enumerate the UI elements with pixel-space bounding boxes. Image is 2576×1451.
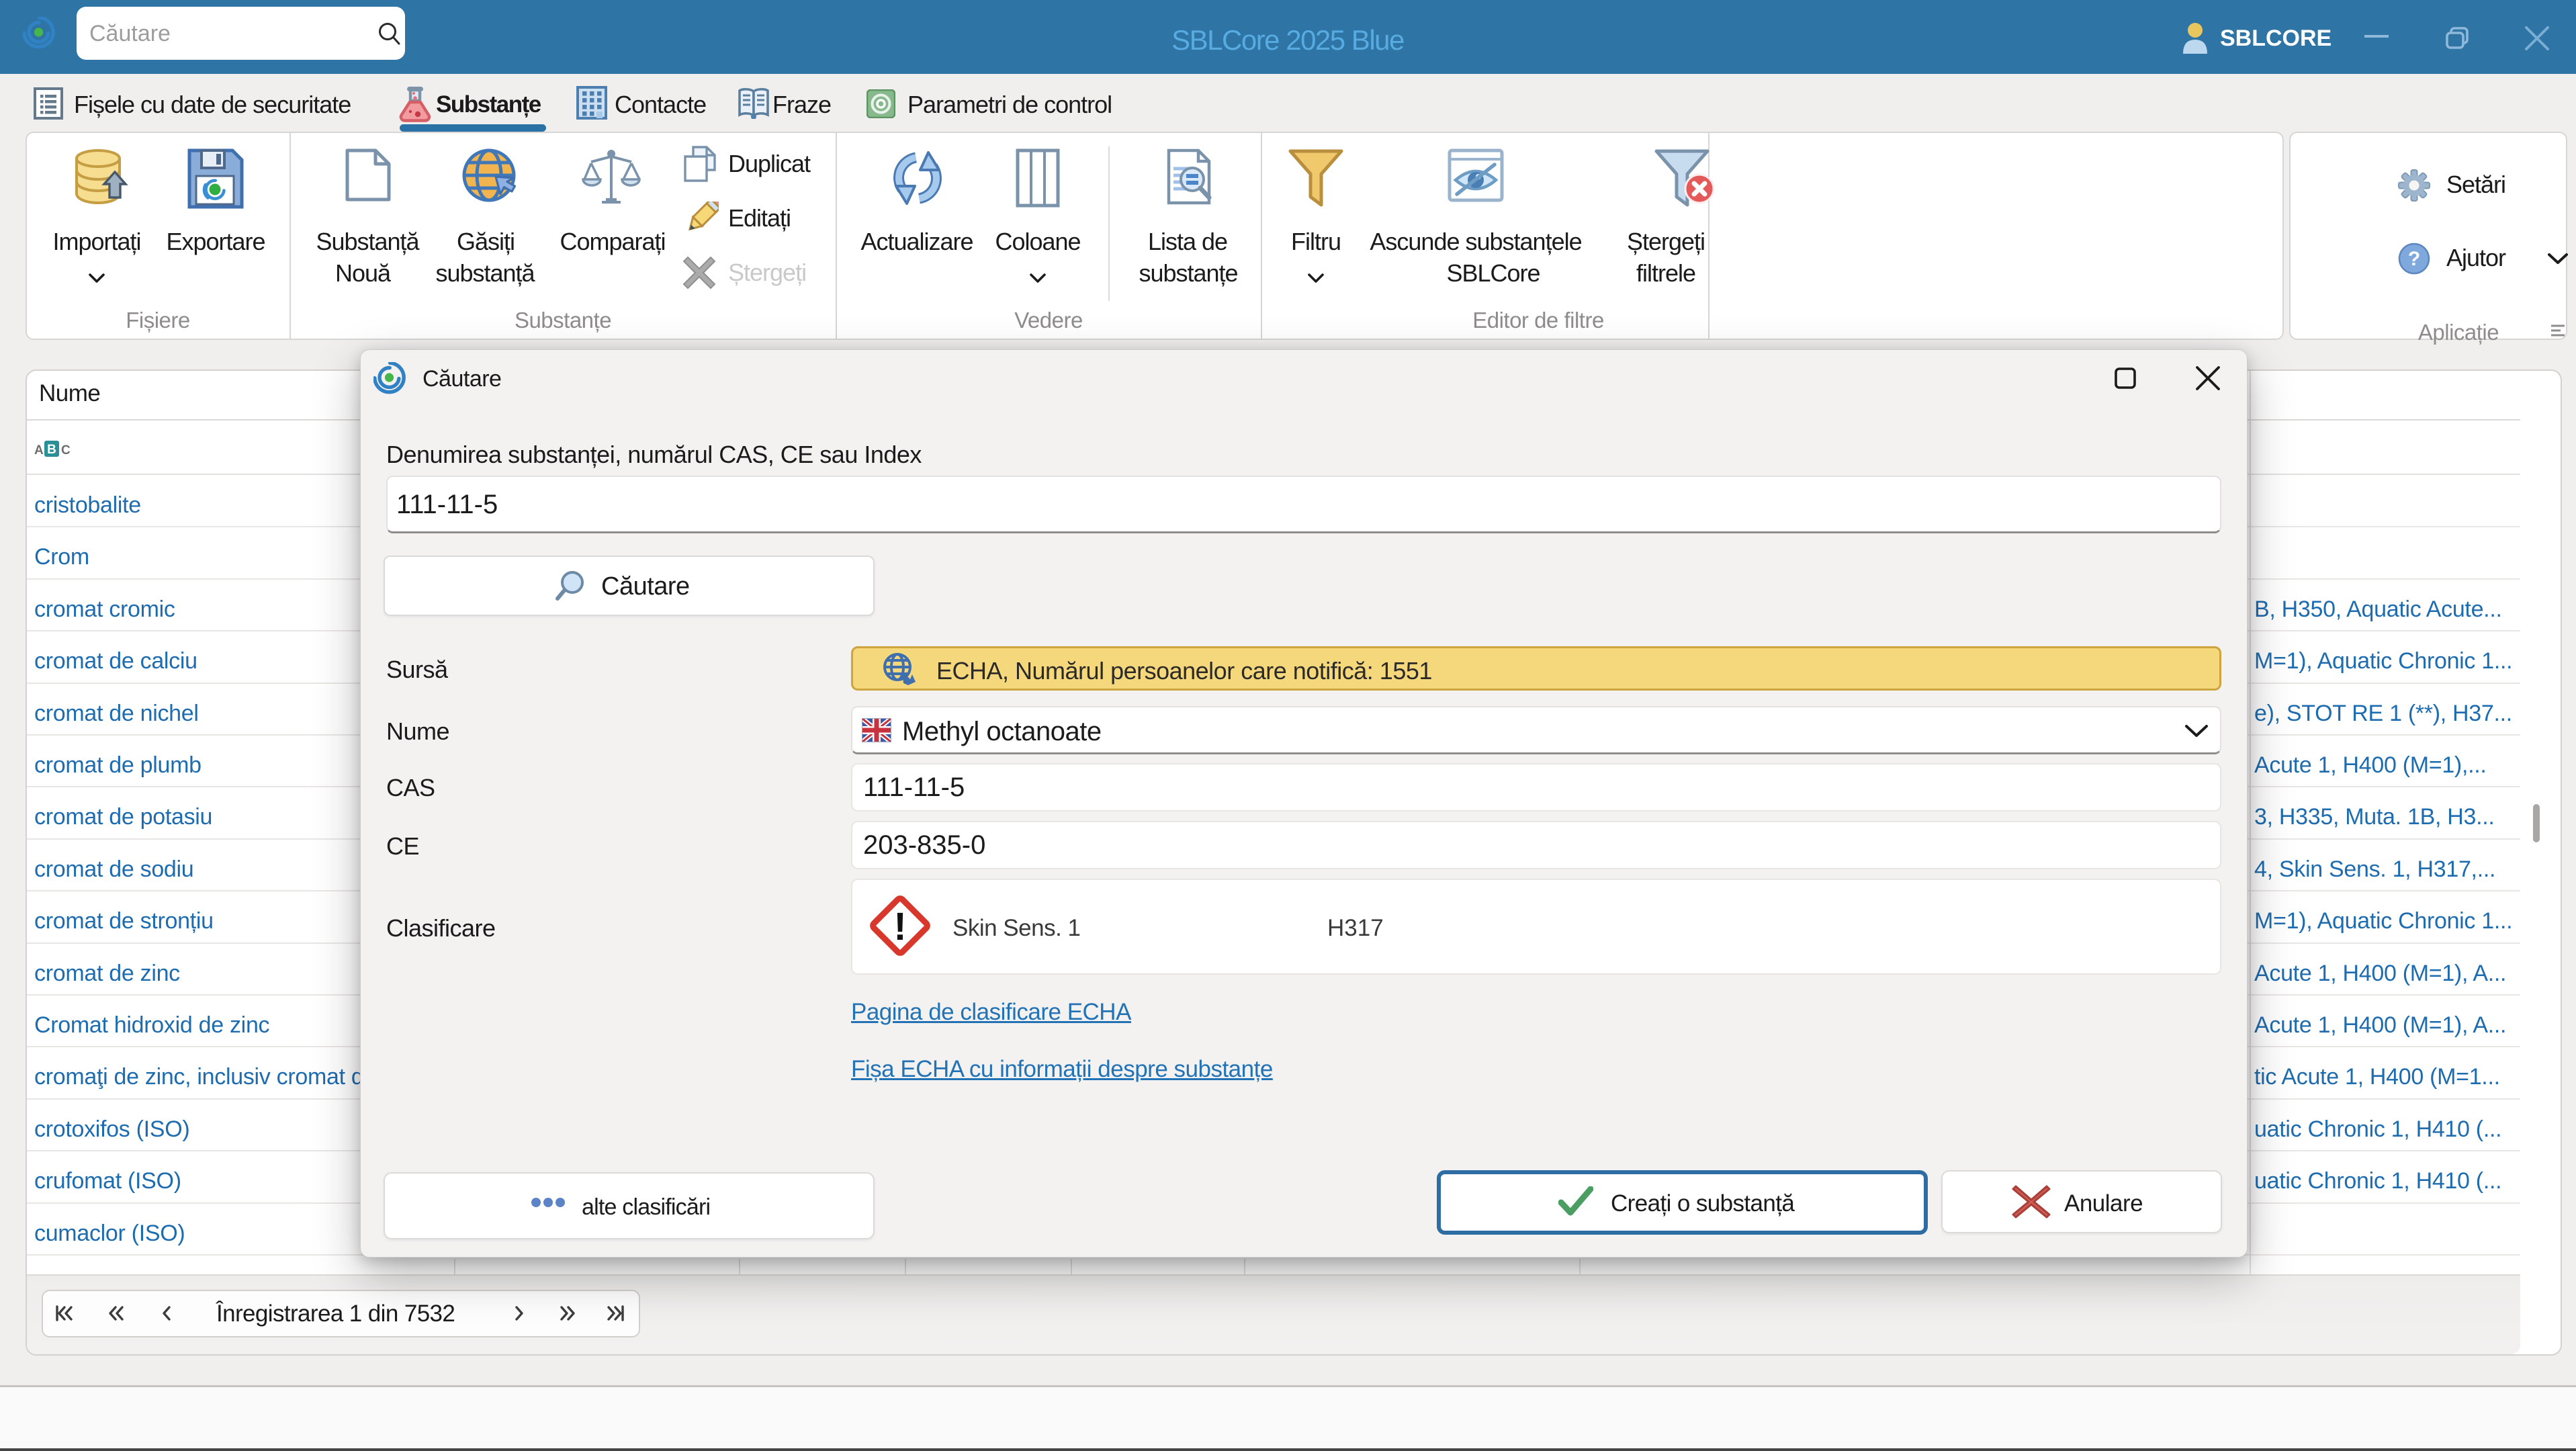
svg-text:!: ! xyxy=(893,905,906,949)
svg-text:C: C xyxy=(61,443,70,457)
svg-text:?: ? xyxy=(2408,248,2420,270)
svg-text:A: A xyxy=(34,443,44,457)
svg-text:B: B xyxy=(47,443,56,457)
